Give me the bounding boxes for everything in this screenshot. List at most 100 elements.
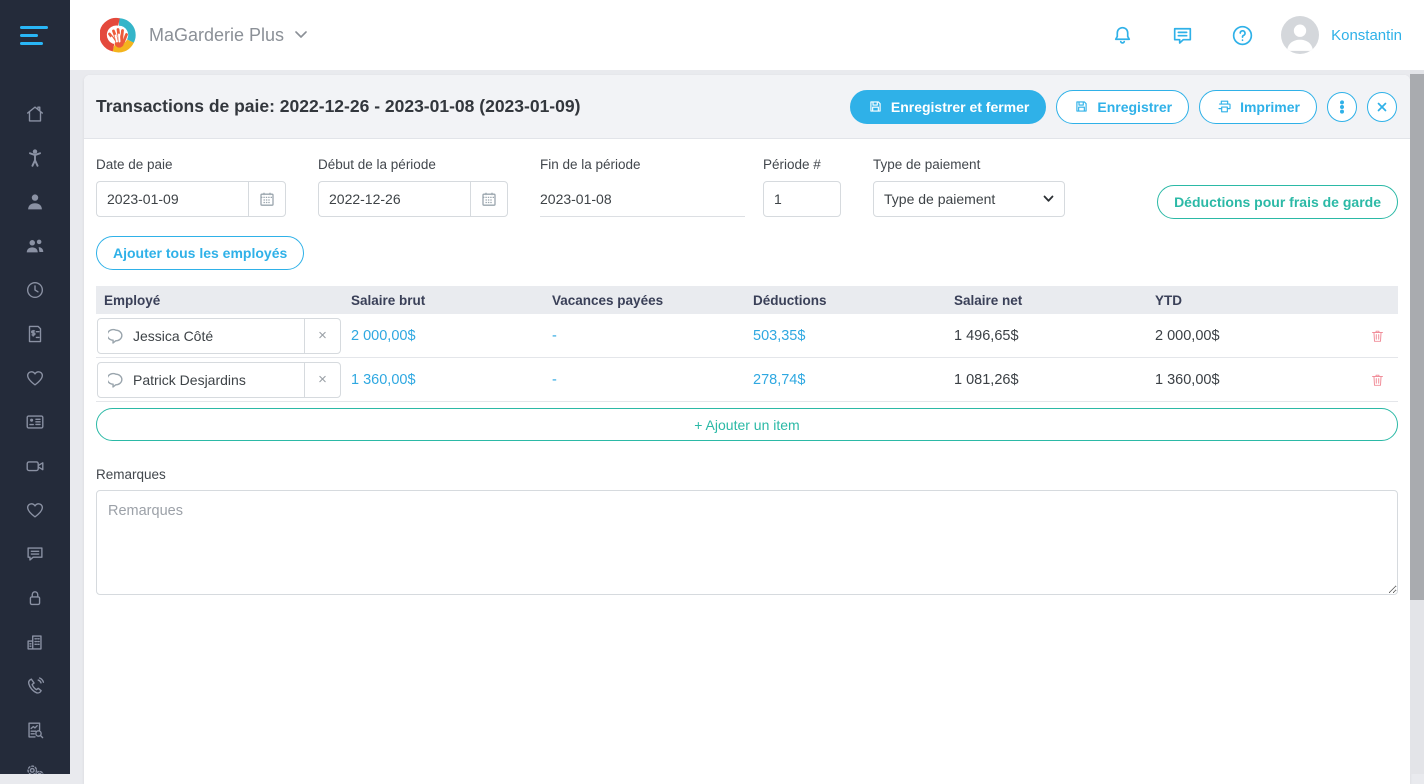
- sidebar: [0, 0, 70, 774]
- calendar-icon: [481, 191, 497, 207]
- deductions-link[interactable]: 278,74$: [753, 372, 954, 388]
- pay-date-input[interactable]: [96, 181, 248, 217]
- payroll-form: Date de paie Début de la période: [96, 157, 1398, 219]
- net-salary-value: 1 496,65$: [954, 328, 1155, 344]
- pay-date-field: Date de paie: [96, 157, 286, 217]
- help-icon: [1230, 23, 1255, 48]
- messages-button[interactable]: [1169, 22, 1195, 48]
- sidebar-item-staff[interactable]: [0, 180, 70, 224]
- delete-row-button[interactable]: [1356, 371, 1398, 389]
- close-icon: [1375, 100, 1389, 114]
- hamburger-menu-icon[interactable]: [0, 0, 70, 70]
- chat-icon: [1170, 23, 1195, 48]
- close-panel-button[interactable]: [1367, 92, 1397, 122]
- remarks-textarea[interactable]: [96, 490, 1398, 595]
- sidebar-item-children[interactable]: [0, 136, 70, 180]
- save-button[interactable]: Enregistrer: [1056, 90, 1189, 124]
- panel-body: Date de paie Début de la période: [84, 139, 1410, 600]
- vacation-pay-link[interactable]: -: [552, 372, 753, 388]
- period-end-label: Fin de la période: [540, 157, 745, 172]
- deductions-link[interactable]: 503,35$: [753, 328, 954, 344]
- sidebar-item-contacts[interactable]: [0, 400, 70, 444]
- brand-name: MaGarderie Plus: [149, 25, 284, 46]
- sidebar-menu: [0, 70, 70, 774]
- person-icon: [24, 191, 46, 213]
- panel-header: Transactions de paie: 2022-12-26 - 2023-…: [84, 75, 1410, 139]
- period-start-calendar-button[interactable]: [470, 181, 508, 217]
- save-label: Enregistrer: [1097, 99, 1172, 115]
- sidebar-item-favorites[interactable]: [0, 488, 70, 532]
- employee-input[interactable]: Jessica Côté: [97, 318, 305, 354]
- gross-salary-link[interactable]: 2 000,00$: [351, 328, 552, 344]
- sidebar-item-organization[interactable]: [0, 620, 70, 664]
- child-icon: [24, 147, 46, 169]
- pay-date-calendar-button[interactable]: [248, 181, 286, 217]
- invoice-icon: [24, 323, 46, 345]
- save-icon: [1073, 98, 1090, 115]
- chat-bubble-icon: [24, 543, 46, 565]
- childcare-deductions-button[interactable]: Déductions pour frais de garde: [1157, 185, 1398, 219]
- period-end-field: Fin de la période 2023-01-08: [540, 157, 745, 217]
- save-and-close-button[interactable]: Enregistrer et fermer: [850, 90, 1047, 124]
- period-number-label: Période #: [763, 157, 841, 172]
- add-item-button[interactable]: + Ajouter un item: [96, 408, 1398, 441]
- sidebar-item-messages[interactable]: [0, 532, 70, 576]
- period-start-input[interactable]: [318, 181, 470, 217]
- payment-type-field: Type de paiement Type de paiement: [873, 157, 1065, 217]
- sidebar-item-schedule[interactable]: [0, 268, 70, 312]
- gross-salary-link[interactable]: 1 360,00$: [351, 372, 552, 388]
- period-start-label: Début de la période: [318, 157, 508, 172]
- heart-icon: [24, 499, 46, 521]
- clear-employee-button[interactable]: ×: [304, 362, 341, 398]
- vertical-scrollbar[interactable]: [1410, 70, 1424, 774]
- people-icon: [24, 235, 46, 257]
- chevron-down-icon: [1043, 195, 1054, 203]
- avatar[interactable]: [1281, 16, 1319, 54]
- help-button[interactable]: [1229, 22, 1255, 48]
- print-button[interactable]: Imprimer: [1199, 90, 1317, 124]
- notifications-button[interactable]: [1109, 22, 1135, 48]
- main-content: Transactions de paie: 2022-12-26 - 2023-…: [70, 70, 1424, 774]
- heart-icon: [24, 367, 46, 389]
- page-title: Transactions de paie: 2022-12-26 - 2023-…: [96, 96, 580, 117]
- sidebar-item-calls[interactable]: [0, 664, 70, 708]
- remarks-label: Remarques: [96, 467, 1398, 482]
- vacation-pay-link[interactable]: -: [552, 328, 753, 344]
- clock-icon: [24, 279, 46, 301]
- col-header-deductions: Déductions: [753, 293, 954, 308]
- sidebar-item-groups[interactable]: [0, 224, 70, 268]
- table-row: Jessica Côté × 2 000,00$ - 503,35$ 1 496…: [96, 314, 1398, 358]
- brand-switcher[interactable]: MaGarderie Plus: [100, 16, 307, 54]
- panel-actions: Enregistrer et fermer Enregistrer Imprim…: [850, 90, 1397, 124]
- report-search-icon: [24, 719, 46, 741]
- period-number-input[interactable]: [763, 181, 841, 217]
- clear-employee-button[interactable]: ×: [304, 318, 341, 354]
- gears-icon: [24, 763, 46, 774]
- sidebar-item-health[interactable]: [0, 356, 70, 400]
- sidebar-item-reports[interactable]: [0, 708, 70, 752]
- sidebar-item-home[interactable]: [0, 92, 70, 136]
- scrollbar-thumb[interactable]: [1410, 74, 1424, 600]
- payment-type-selected: Type de paiement: [884, 191, 995, 207]
- sidebar-item-billing[interactable]: [0, 312, 70, 356]
- user-name[interactable]: Konstantin: [1331, 27, 1402, 44]
- sidebar-item-settings[interactable]: [0, 752, 70, 774]
- save-icon: [867, 98, 884, 115]
- print-label: Imprimer: [1240, 99, 1300, 115]
- kebab-menu-icon: [1335, 100, 1349, 114]
- employee-picker: Jessica Côté ×: [97, 318, 341, 354]
- col-header-ytd: YTD: [1155, 293, 1356, 308]
- bell-icon: [1110, 23, 1135, 48]
- add-all-employees-button[interactable]: Ajouter tous les employés: [96, 236, 304, 270]
- delete-row-button[interactable]: [1356, 327, 1398, 345]
- save-and-close-label: Enregistrer et fermer: [891, 99, 1030, 115]
- lock-icon: [24, 587, 46, 609]
- period-start-field: Début de la période: [318, 157, 508, 217]
- calendar-icon: [259, 191, 275, 207]
- more-options-button[interactable]: [1327, 92, 1357, 122]
- sidebar-item-cameras[interactable]: [0, 444, 70, 488]
- sidebar-item-security[interactable]: [0, 576, 70, 620]
- video-camera-icon: [24, 455, 46, 477]
- payment-type-select[interactable]: Type de paiement: [873, 181, 1065, 217]
- employee-input[interactable]: Patrick Desjardins: [97, 362, 305, 398]
